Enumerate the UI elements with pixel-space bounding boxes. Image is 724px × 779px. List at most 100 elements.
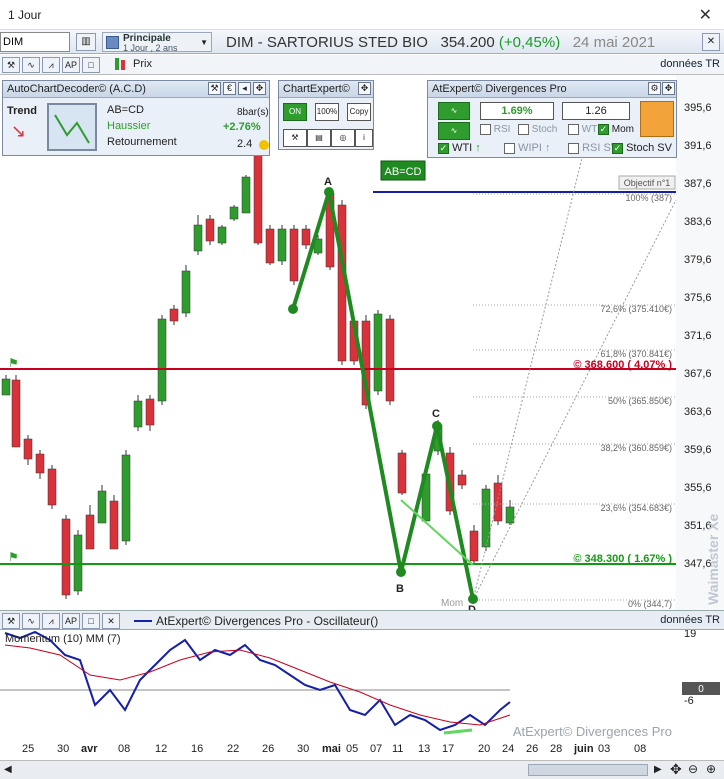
price-axis-label: 367,6 xyxy=(684,368,712,380)
stoch-label: Stoch xyxy=(531,124,558,136)
chart-toolbar: ⚒ ∿ ⩘ AP □ Prix données TR xyxy=(0,55,724,75)
window-icon[interactable]: □ xyxy=(82,57,100,73)
support-label: © 348.300 ( 1.67% ) xyxy=(573,553,672,565)
zoom-in-icon[interactable]: ⊕ xyxy=(706,762,716,776)
close-icon[interactable]: ✕ xyxy=(699,5,712,25)
acd-pattern: AB=CD xyxy=(107,104,144,116)
point-a-marker xyxy=(324,187,334,197)
pattern-start-point xyxy=(288,304,298,314)
rsi-label: RSI xyxy=(493,124,511,136)
close-icon[interactable]: ✕ xyxy=(102,613,120,629)
settings-icon[interactable]: ⚙ xyxy=(648,82,661,95)
x-axis-label: 08 xyxy=(634,743,647,755)
wipi-option: WIPI ↑ xyxy=(504,142,550,154)
tools-icon[interactable]: ✕ xyxy=(702,33,720,51)
x-axis-label: 28 xyxy=(550,743,563,755)
bell-icon[interactable] xyxy=(640,101,674,137)
style-chip[interactable]: ▤ xyxy=(307,129,331,147)
mom-tag: Mom xyxy=(441,598,463,609)
candle-body xyxy=(23,438,33,460)
on-toggle[interactable]: ON xyxy=(283,103,307,121)
candle-body xyxy=(397,452,407,494)
mom-option[interactable]: ✓ Mom xyxy=(598,124,634,135)
candle-body xyxy=(85,514,95,550)
divergence-title: AtExpert© Divergences Pro xyxy=(432,83,567,95)
wti1-option: WTI xyxy=(568,124,600,135)
x-axis-label: avr xyxy=(81,743,98,755)
window-icon[interactable]: □ xyxy=(82,613,100,629)
book-icon[interactable]: ▥ xyxy=(76,33,96,51)
info-chip[interactable]: i xyxy=(355,129,373,147)
point-b-marker xyxy=(396,567,406,577)
pan-icon[interactable]: ✥ xyxy=(670,761,682,778)
scroll-thumb[interactable] xyxy=(528,764,648,776)
horizontal-scrollbar[interactable]: ◀ ▶ ✥ ⊖ ⊕ xyxy=(0,760,724,779)
oscillator-toolbar: ⚒ ∿ ⩘ AP □ ✕ AtExpert© Divergences Pro -… xyxy=(0,610,724,630)
x-axis-label: 26 xyxy=(262,743,275,755)
oscillator-chart[interactable]: Momentum (10) MM (7) 19 0 -6 AtExpert© D… xyxy=(0,630,724,740)
period-selector[interactable]: Principale 1 Jour , 2 ans ▼ xyxy=(102,32,212,53)
wrench-icon[interactable]: ⚒ xyxy=(2,57,20,73)
move-icon[interactable]: ✥ xyxy=(253,82,266,95)
candle-body xyxy=(121,454,131,542)
stoch-sv-option[interactable]: ✓ Stoch SV xyxy=(612,142,672,154)
osc-axis-top: 19 xyxy=(684,630,696,640)
candle-body xyxy=(181,270,191,314)
symbol-input[interactable] xyxy=(0,32,70,52)
divergence-toggle-2[interactable]: ∿ xyxy=(438,122,470,140)
tool-icon[interactable]: ⚒ xyxy=(208,82,221,95)
tool-chip[interactable]: ⚒ xyxy=(283,129,307,147)
copy-chip[interactable]: Copy xyxy=(347,103,371,121)
acd-panel-title: AutoChartDecoder© (A.C.D) xyxy=(7,83,146,95)
divergence-panel: AtExpert© Divergences Pro ⚙ ✥ ∿ 1.69% 1.… xyxy=(427,80,677,158)
scroll-left-icon[interactable]: ◀ xyxy=(4,764,12,775)
price-axis-label: 363,6 xyxy=(684,406,712,418)
x-axis-label: 17 xyxy=(442,743,455,755)
currency-icon[interactable]: € xyxy=(223,82,236,95)
wti2-option[interactable]: ✓ WTI ↑ xyxy=(438,142,481,154)
prev-icon[interactable]: ◂ xyxy=(238,82,251,95)
fib-level-label: 61,8% (370.841€) xyxy=(600,349,672,359)
ap-icon[interactable]: AP xyxy=(62,613,80,629)
wrench-icon[interactable]: ⚒ xyxy=(2,613,20,629)
acd-score: 2.4 xyxy=(237,138,253,150)
indicator-icon[interactable]: ∿ xyxy=(22,613,40,629)
abcd-thumbnail[interactable] xyxy=(47,103,97,151)
acd-panel: AutoChartDecoder© (A.C.D) ⚒ € ◂ ✥ Trend … xyxy=(2,80,270,156)
fib-level-label: 0% (344,7) xyxy=(628,599,672,609)
pattern-icon[interactable]: ⩘ xyxy=(42,613,60,629)
x-axis-label: 03 xyxy=(598,743,611,755)
divergence-val: 1.26 xyxy=(585,105,607,117)
pattern-icon[interactable]: ⩘ xyxy=(42,57,60,73)
scroll-right-icon[interactable]: ▶ xyxy=(654,764,662,775)
x-axis-label: 25 xyxy=(22,743,35,755)
move-icon[interactable]: ✥ xyxy=(662,82,675,95)
objective-label: Objectif n°1 xyxy=(624,178,671,188)
alert-icon-resistance[interactable]: ⚑ xyxy=(8,356,19,370)
alert-icon-support[interactable]: ⚑ xyxy=(8,550,19,564)
ap-icon[interactable]: AP xyxy=(62,57,80,73)
trend-arrow-icon: ↘ xyxy=(11,121,27,141)
move-icon[interactable]: ✥ xyxy=(358,82,371,95)
divergence-toggle-1[interactable]: ∿ xyxy=(438,102,470,120)
price-axis-label: 391,6 xyxy=(684,140,712,152)
stock-date: 24 mai 2021 xyxy=(572,34,656,51)
zoom-out-icon[interactable]: ⊖ xyxy=(688,762,698,776)
candle-body xyxy=(229,206,239,220)
window-titlebar: 1 Jour ✕ xyxy=(0,0,724,30)
stoch-sv-label: Stoch SV xyxy=(626,142,672,154)
chart-chip[interactable]: ◎ xyxy=(331,129,355,147)
indicator-icon[interactable]: ∿ xyxy=(22,57,40,73)
acd-retracement: Retournement xyxy=(107,136,177,148)
candle-body xyxy=(265,228,275,264)
fib-level-label: 100% (387) xyxy=(625,193,672,203)
realtime-data-label: données TR xyxy=(660,614,720,626)
period-range: 1 Jour , 2 ans xyxy=(123,43,178,53)
mom-label: Mom xyxy=(611,124,635,136)
label-c: C xyxy=(432,408,440,420)
stock-header: DIM - SARTORIUS STED BIO 354.200 (+0,45%… xyxy=(226,34,655,51)
x-axis-label: 20 xyxy=(478,743,491,755)
candle-body xyxy=(481,488,491,548)
percent-chip[interactable]: 100% xyxy=(315,103,339,121)
x-axis-label: 30 xyxy=(297,743,310,755)
